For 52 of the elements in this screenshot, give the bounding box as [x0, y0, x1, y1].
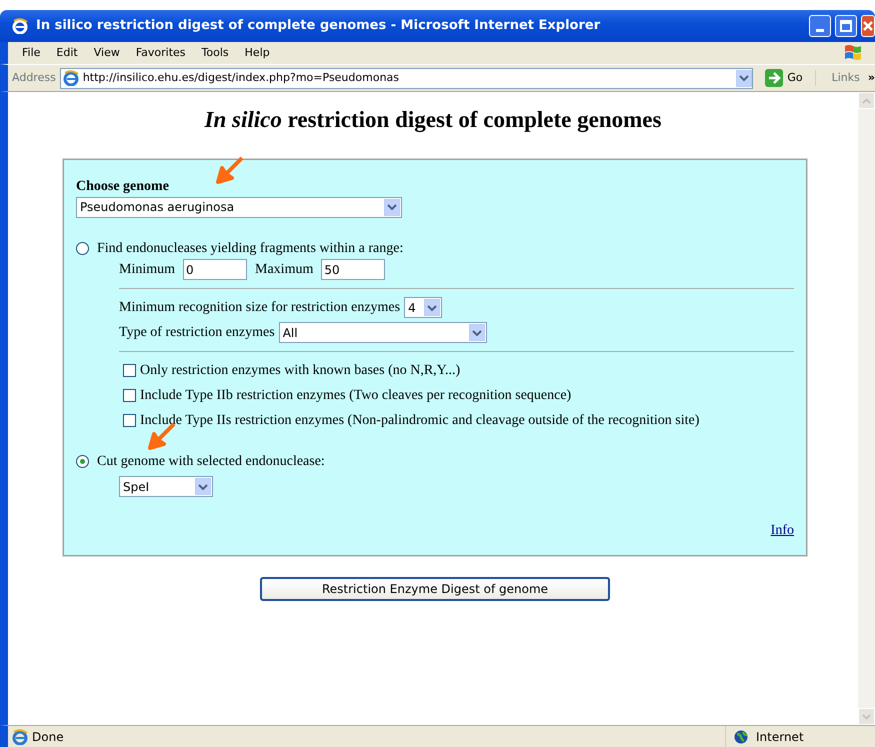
radio-label: Cut genome with selected endonuclease: [97, 453, 325, 472]
minimize-button[interactable] [809, 15, 831, 37]
checkbox-label: Include Type IIb restriction enzymes (Two cleaves per recognition sequence) [140, 387, 572, 406]
menu-item[interactable]: Edit [48, 44, 86, 62]
type-select[interactable]: All [278, 322, 487, 344]
minimize-icon [816, 28, 824, 32]
menu-item[interactable]: Help [236, 44, 278, 62]
page-icon [62, 70, 79, 86]
info-link[interactable]: Info [770, 522, 794, 538]
field-label: Type of restriction enzymes [119, 324, 275, 342]
menu-item[interactable]: File [14, 44, 48, 62]
page-icon [12, 728, 28, 744]
section-label: Choose genome [76, 178, 170, 196]
checkbox[interactable] [123, 414, 136, 428]
field-label: Maximum [255, 261, 314, 280]
arrow-icon [216, 156, 244, 184]
size-select[interactable]: 4 [404, 297, 442, 318]
submit-button[interactable]: Restriction Enzyme Digest of genome [260, 576, 610, 601]
window-title: In silico restriction digest of complete genomes - Microsoft Internet Explorer [36, 17, 602, 36]
close-button[interactable] [861, 15, 875, 37]
caret-down-icon [862, 714, 871, 720]
menu-item[interactable]: View [86, 44, 128, 62]
address-field[interactable]: http://insilico.ehu.es/digest/index.php?mo=Pseudomonas [60, 68, 754, 88]
links-button[interactable]: Links [814, 70, 864, 86]
maximum-field[interactable]: 50 [321, 259, 386, 280]
minimum-field[interactable]: 0 [183, 259, 248, 280]
radio-button[interactable] [76, 242, 89, 256]
arrow-icon [765, 69, 784, 87]
address-label: Address [12, 70, 56, 86]
maximize-icon [840, 20, 852, 32]
checkbox-label: Include Type IIs restriction enzymes (Non-palindromic and cleavage outside of the recognition site) [140, 412, 700, 430]
globe-icon [734, 730, 748, 744]
checkbox[interactable] [123, 389, 136, 402]
zone-label: Internet [756, 728, 804, 746]
radio-label: Find endonucleases yielding fragments within a range: [97, 240, 404, 258]
checkbox[interactable] [123, 364, 136, 378]
menu-item[interactable]: Tools [194, 44, 237, 62]
go-button[interactable]: Go [757, 69, 811, 87]
field-label: Minimum [119, 261, 176, 280]
genome-select[interactable]: Pseudomonas aeruginosa [76, 196, 402, 218]
close-icon [862, 20, 874, 32]
more-chevron[interactable]: » [868, 70, 875, 86]
checkbox-label: Only restriction enzymes with known bases (no N,R,Y...) [140, 362, 460, 380]
maximize-button[interactable] [835, 15, 857, 37]
radio-button[interactable] [76, 455, 89, 468]
page-icon [12, 18, 28, 34]
status-text: Done [32, 728, 65, 746]
field-label: Minimum recognition size for restriction enzymes [119, 299, 400, 318]
caret-up-icon [862, 98, 871, 104]
page-heading: In silico restriction digest of complete genomes [203, 106, 662, 134]
menu-item[interactable]: Favorites [128, 44, 194, 62]
endonuclease-select[interactable]: SpeI [119, 476, 213, 498]
